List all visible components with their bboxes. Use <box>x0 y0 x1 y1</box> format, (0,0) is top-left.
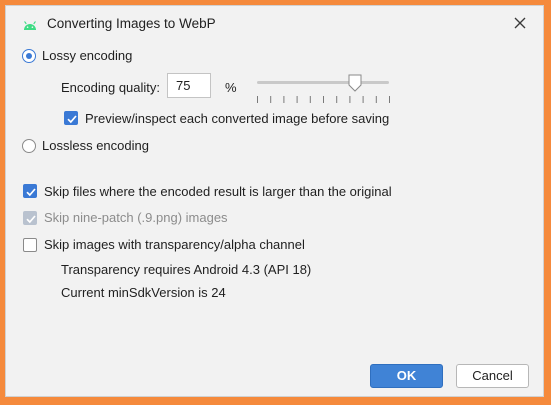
transparency-note: Transparency requires Android 4.3 (API 1… <box>61 262 312 277</box>
lossy-encoding-radio[interactable] <box>22 49 36 63</box>
encoding-quality-input[interactable]: 75 <box>167 73 211 98</box>
lossy-encoding-label[interactable]: Lossy encoding <box>42 48 132 63</box>
percent-label: % <box>225 80 237 95</box>
min-sdk-note: Current minSdkVersion is 24 <box>61 285 226 300</box>
skip-alpha-checkbox[interactable] <box>23 238 37 252</box>
skip-larger-label[interactable]: Skip files where the encoded result is l… <box>44 184 392 199</box>
dialog-title: Converting Images to WebP <box>47 16 216 31</box>
ok-button[interactable]: OK <box>370 364 443 388</box>
lossless-encoding-radio[interactable] <box>22 139 36 153</box>
encoding-quality-slider-track[interactable] <box>257 81 389 84</box>
slider-ticks <box>257 92 391 103</box>
cancel-button[interactable]: Cancel <box>456 364 529 388</box>
skip-ninepatch-label: Skip nine-patch (.9.png) images <box>44 210 228 225</box>
webp-conversion-dialog: Converting Images to WebP Lossy encoding… <box>5 5 544 397</box>
close-icon[interactable] <box>511 14 529 32</box>
lossless-encoding-label[interactable]: Lossless encoding <box>42 138 149 153</box>
preview-checkbox[interactable] <box>64 111 78 125</box>
preview-label[interactable]: Preview/inspect each converted image bef… <box>85 111 389 126</box>
encoding-quality-slider-thumb[interactable] <box>348 74 362 92</box>
encoding-quality-label: Encoding quality: <box>61 80 161 95</box>
android-icon <box>22 17 38 33</box>
skip-alpha-label[interactable]: Skip images with transparency/alpha chan… <box>44 237 305 252</box>
skip-ninepatch-checkbox <box>23 211 37 225</box>
skip-larger-checkbox[interactable] <box>23 184 37 198</box>
